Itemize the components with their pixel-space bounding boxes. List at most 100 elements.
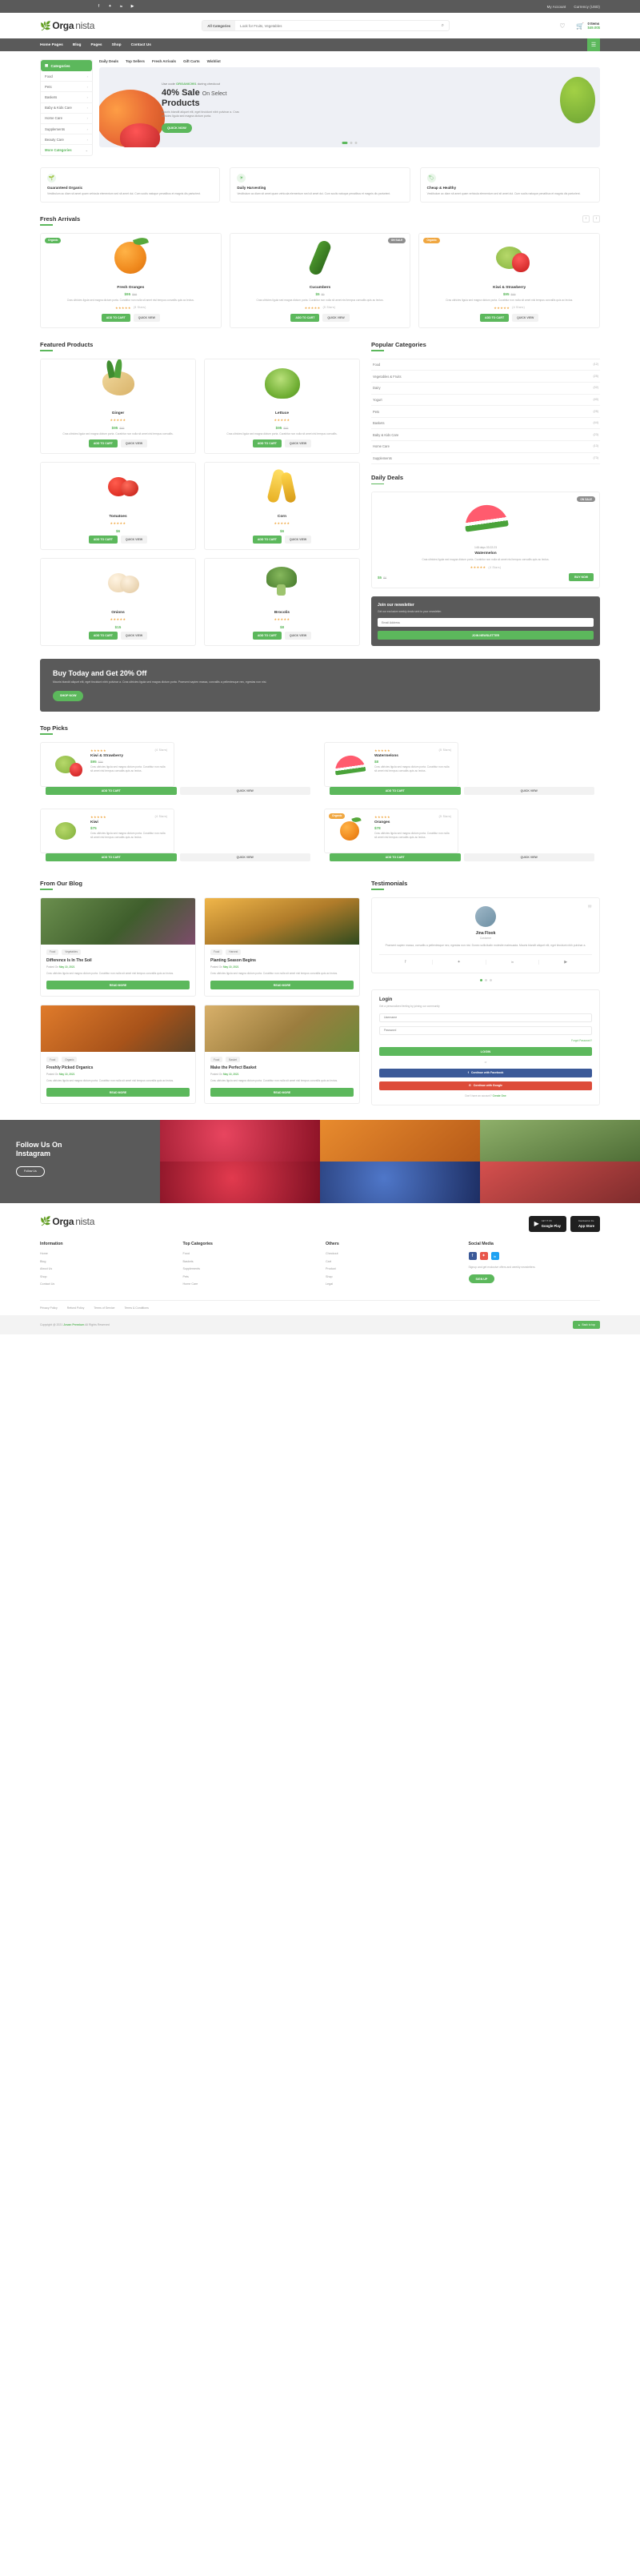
search-icon[interactable]: ⌕ [436,23,449,29]
product-card-brocolis[interactable]: Brocolis ★★★★★ $8 ADD TO CART QUICK VIEW [204,557,360,646]
quick-view-button[interactable]: QUICK VIEW [179,786,310,795]
my-account-link[interactable]: My Account [547,5,566,9]
testimonial-dot-active[interactable] [479,978,482,981]
footer-link[interactable]: Pets [183,1275,315,1278]
read-more-button[interactable]: READ MORE [46,981,190,990]
list-item[interactable]: Food (12) [371,359,600,371]
footer-link[interactable]: Checkout [326,1252,458,1255]
shop-now-button[interactable]: SHOP NOW [53,690,84,701]
facebook-icon[interactable]: f [96,4,102,10]
category-item-supplements[interactable]: Supplements › [41,124,92,135]
linkedin-icon[interactable]: in [490,1252,499,1261]
prev-arrow-icon[interactable]: ‹ [582,215,590,223]
youtube-icon[interactable]: ▶ [130,4,135,10]
twitter-icon[interactable]: ✦ [107,4,113,10]
footer-link[interactable]: About Us [40,1267,172,1270]
add-to-cart-button[interactable]: ADD TO CART [88,631,118,640]
site-logo[interactable]: 🌿 Orga nista [40,20,94,31]
add-to-cart-button[interactable]: ADD TO CART [46,853,177,861]
tag[interactable]: Food [46,949,59,956]
product-card-cucumbers[interactable]: ON SALE Cucumbers $5 $9 Cras ultricies li… [229,232,411,328]
hamburger-menu-icon[interactable]: ☰ [587,38,600,51]
tag[interactable]: Basket [226,1057,241,1063]
instagram-photo[interactable] [480,1161,640,1203]
carousel-dot-active[interactable] [342,142,348,144]
carousel-dot[interactable] [354,142,358,144]
wishlist-icon[interactable]: ♡ [557,21,567,31]
daily-deal-card[interactable]: ON SALE 148 days 03:22:23 Watermelon Cra… [371,492,600,589]
twitter-icon[interactable]: ✦ [433,959,486,965]
privacy-policy-link[interactable]: Privacy Policy [40,1306,58,1310]
forgot-password-link[interactable]: Forgot Password? [379,1039,592,1042]
footer-link[interactable]: Legal [326,1282,458,1286]
testimonial-dot[interactable] [484,978,487,981]
quick-view-button[interactable]: QUICK VIEW [512,313,539,322]
quick-view-button[interactable]: QUICK VIEW [284,631,312,640]
nav-item-home-pages[interactable]: Home Pages [40,43,63,47]
instagram-photo[interactable] [480,1119,640,1162]
pick-card-oranges[interactable]: Organic ★★★★★ (5 Stars) Oranges $78 Cras … [324,808,458,853]
add-to-cart-button[interactable]: ADD TO CART [101,313,130,322]
quick-view-button[interactable]: QUICK VIEW [284,535,312,544]
more-categories-button[interactable]: More Categories ⌄ [41,145,92,154]
add-to-cart-button[interactable]: ADD TO CART [88,535,118,544]
nav-item-blog[interactable]: Blog [73,43,82,47]
list-item[interactable]: Baskets (44) [371,418,600,430]
add-to-cart-button[interactable]: ADD TO CART [330,853,461,861]
promo-cta-button[interactable]: QUICK NOW [162,122,192,133]
product-card-fresh-oranges[interactable]: Organic Fresh Oranges $95 $99 Cras ultric… [40,232,222,328]
follow-us-button[interactable]: Follow Us [16,1166,45,1177]
search-category-select[interactable]: All Categories [202,21,236,30]
add-to-cart-button[interactable]: ADD TO CART [252,535,282,544]
product-card-lettuce[interactable]: Lettuce ★★★★★ $95 $99 Cras ultricies ligu… [204,358,360,454]
currency-selector[interactable]: Currency (USD) [574,5,600,9]
instagram-photo[interactable] [320,1119,480,1162]
footer-link[interactable]: Supplements [183,1267,315,1270]
category-item-baby-kids-care[interactable]: Baby & Kids Care › [41,103,92,114]
add-to-cart-button[interactable]: ADD TO CART [252,439,282,447]
facebook-icon[interactable]: f [468,1252,477,1261]
footer-link[interactable]: Contact Us [40,1282,172,1286]
footer-link[interactable]: Shop [40,1275,172,1278]
product-card-tomatoes[interactable]: Tomatoes ★★★★★ $6 ADD TO CART QUICK VIEW [40,461,196,550]
footer-link[interactable]: Shop [326,1275,458,1278]
blog-card-planting-season-begins[interactable]: Food Harvest Planting Season Begins Poste… [204,897,360,997]
nav-item-contact-us[interactable]: Contact Us [131,43,151,47]
tab-gift-carts[interactable]: Gift Carts [183,59,200,63]
tab-top-sellers[interactable]: Top Sellers [126,59,145,63]
product-card-onions[interactable]: Onions ★★★★★ $15 ADD TO CART QUICK VIEW [40,557,196,646]
buy-now-button[interactable]: BUY NOW [569,573,594,582]
blog-card-difference-is-in-the-soil[interactable]: Food Vegetables Difference Is In The Soil… [40,897,196,997]
category-item-baskets[interactable]: Baskets › [41,92,92,103]
add-to-cart-button[interactable]: ADD TO CART [330,786,461,795]
footer-link[interactable]: Product [326,1267,458,1270]
footer-link[interactable]: Blog [40,1260,172,1263]
list-item[interactable]: Yogurt (40) [371,395,600,407]
testimonial-dot[interactable] [489,978,492,981]
product-card-ginger[interactable]: Ginger ★★★★★ $95 $99 Cras ultricies ligul… [40,358,196,454]
footer-logo[interactable]: 🌿 Orga nista [40,1216,94,1227]
quick-view-button[interactable]: QUICK VIEW [322,313,350,322]
footer-link[interactable]: Cart [326,1260,458,1263]
list-item[interactable]: Supplements (73) [371,453,600,465]
add-to-cart-button[interactable]: ADD TO CART [290,313,320,322]
read-more-button[interactable]: READ MORE [46,1088,190,1097]
tag[interactable]: Harvest [226,949,242,956]
quick-view-button[interactable]: QUICK VIEW [120,631,148,640]
newsletter-email-input[interactable] [378,618,594,628]
nav-item-pages[interactable]: Pages [90,43,102,47]
google-login-button[interactable]: G Continue with Google [379,1081,592,1090]
list-item[interactable]: Vegetables & Fruits (25) [371,371,600,383]
footer-link[interactable]: Home Care [183,1282,315,1286]
blog-card-make-the-perfect-basket[interactable]: Food Basket Make the Perfect Basket Poste… [204,1005,360,1105]
list-item[interactable]: Pets (25) [371,406,600,418]
read-more-button[interactable]: READ MORE [210,1088,354,1097]
product-card-kiwi-strawberry[interactable]: Organic Kiwi & Strawberry $95 $99 Cras ul… [418,232,601,328]
tag[interactable]: Vegetables [62,949,82,956]
search-input[interactable] [235,23,437,28]
instagram-photo[interactable] [160,1161,320,1203]
quick-view-button[interactable]: QUICK VIEW [179,853,310,861]
list-item[interactable]: Dairy (32) [371,383,600,395]
tab-fresh-arrivals[interactable]: Fresh Arrivals [152,59,176,63]
list-item[interactable]: Home Care (13) [371,441,600,453]
